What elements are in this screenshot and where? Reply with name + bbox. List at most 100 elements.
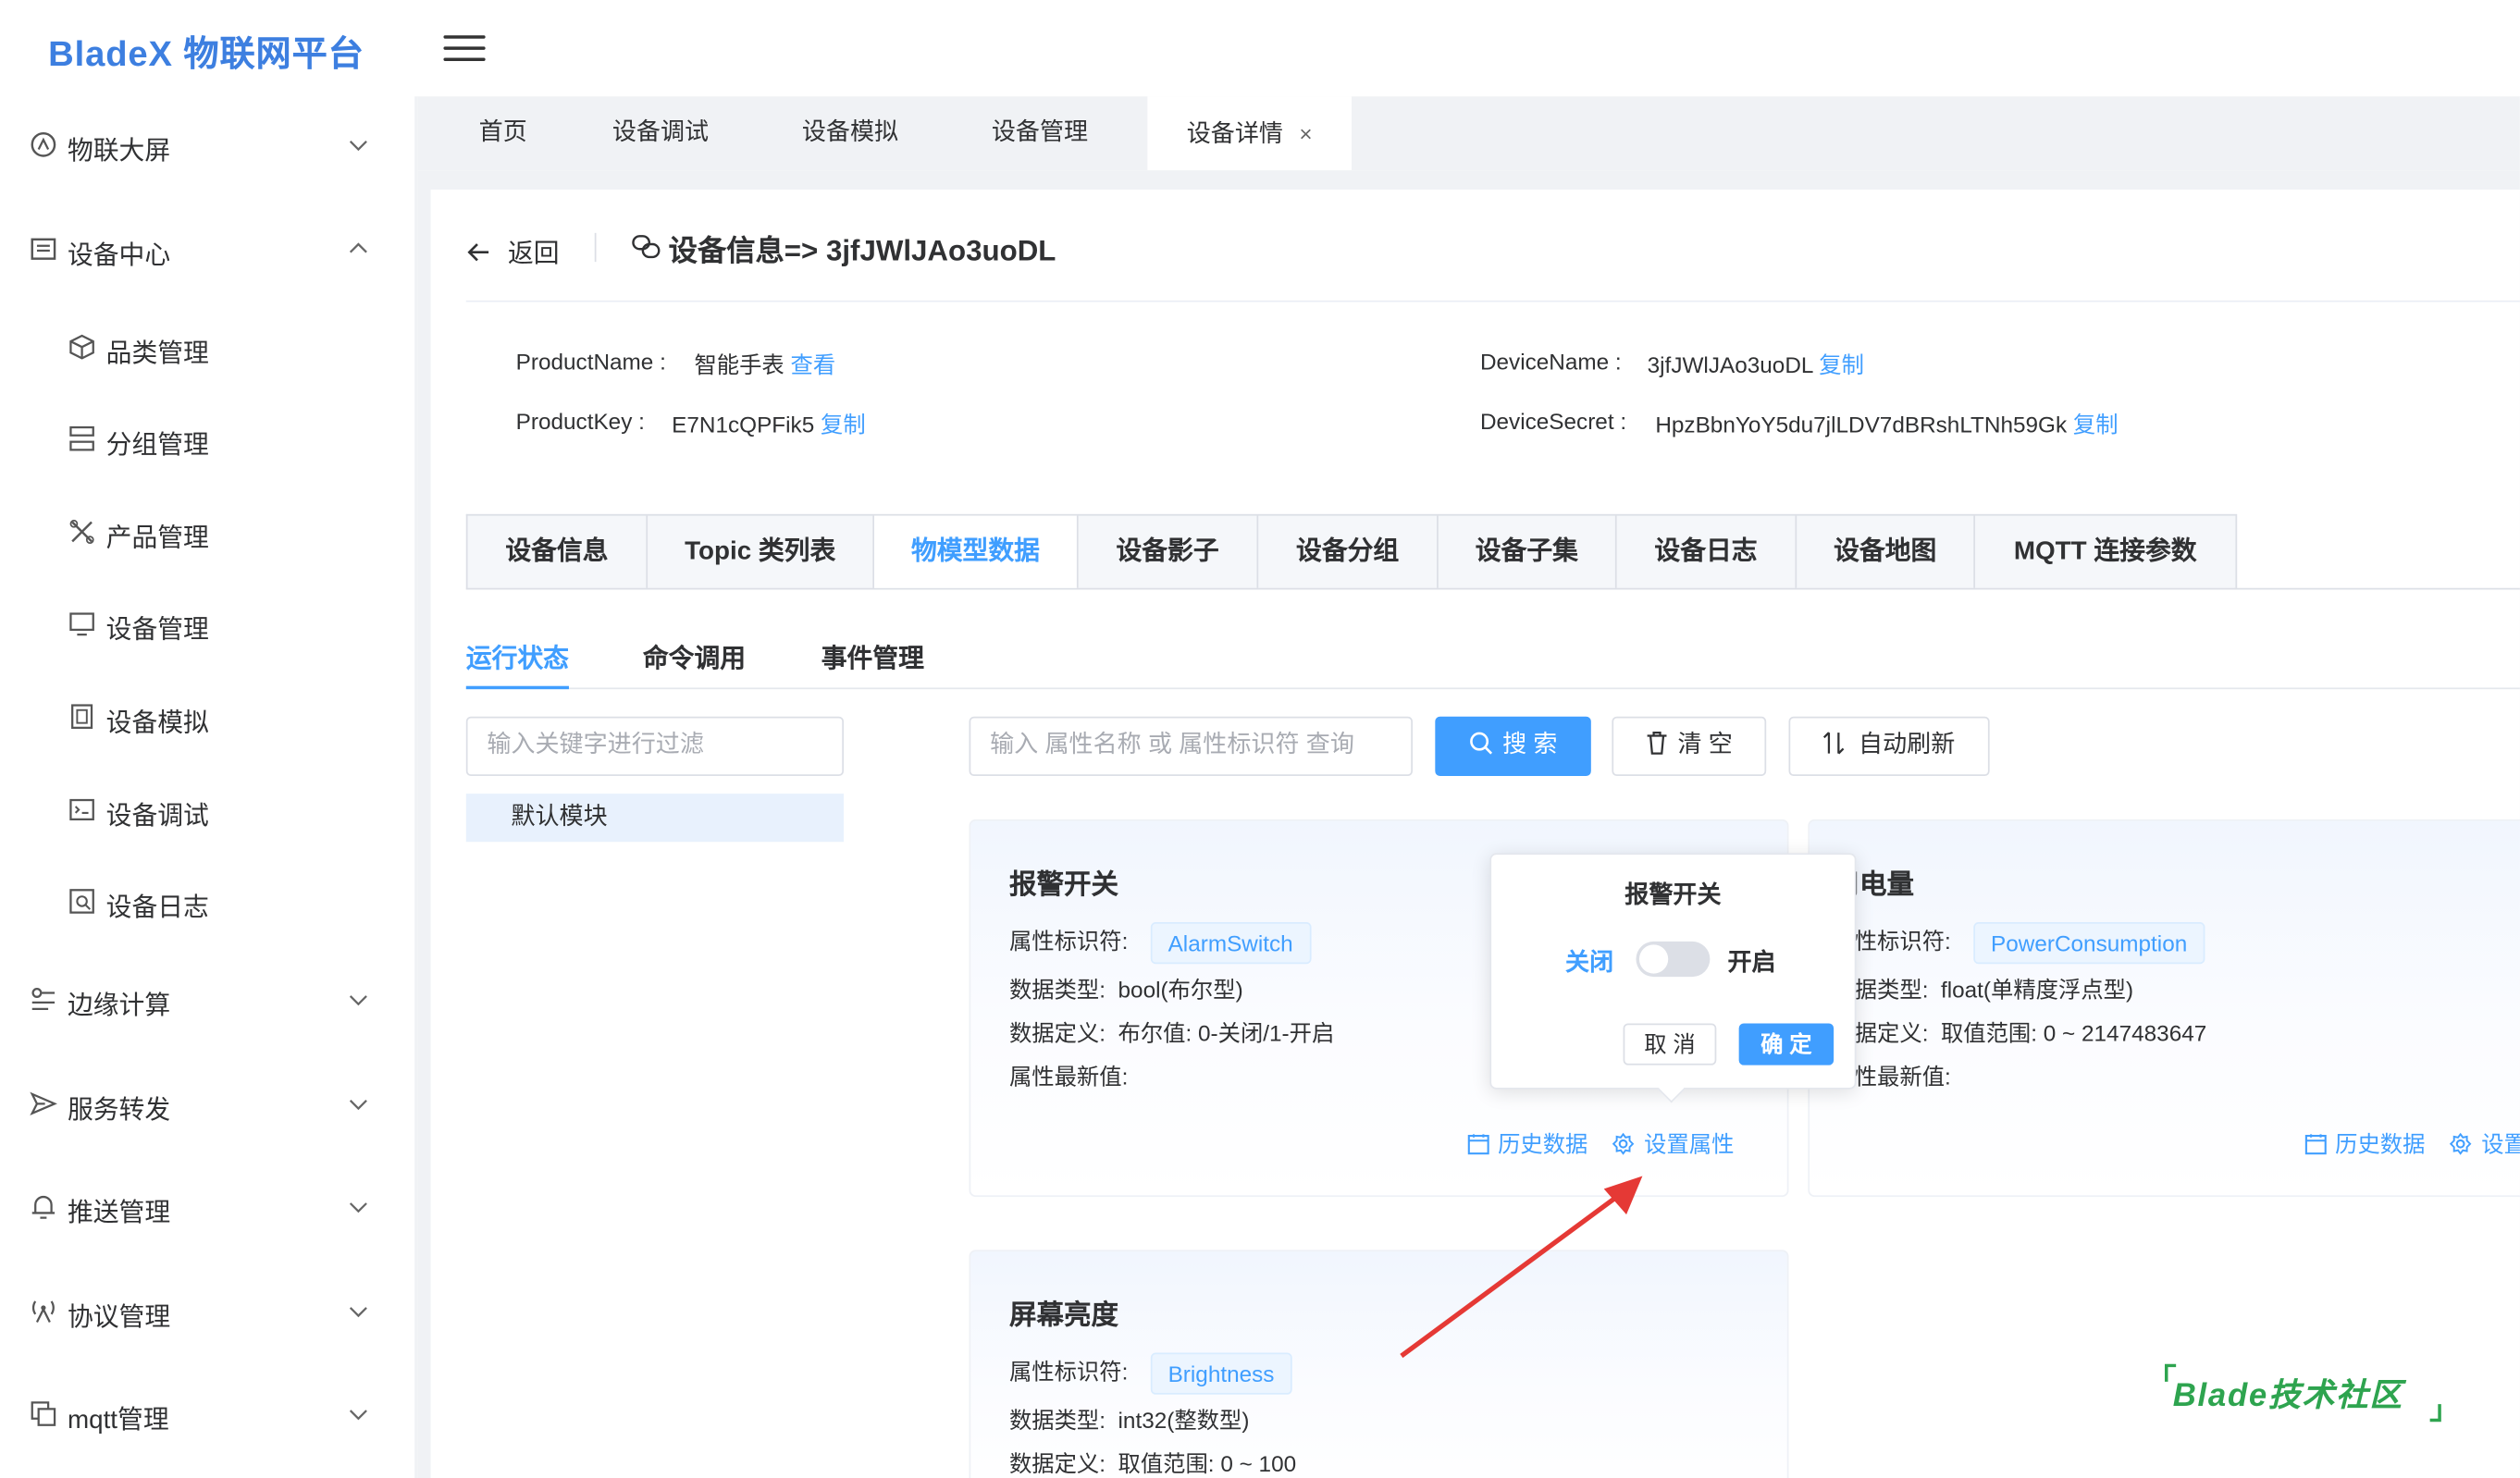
search-input[interactable]: 输入 属性名称 或 属性标识符 查询 [969,716,1413,776]
gear-icon [1612,1132,1635,1155]
property-def-row: 数据定义: 取值范围: 0 ~ 2147483647 [1832,1017,2206,1050]
sidebar-group-dashboard[interactable]: 物联大屏 [0,113,414,177]
sidebar-group-forward[interactable]: 服务转发 [0,1072,414,1136]
property-def-value: 取值范围: 0 ~ 100 [1118,1450,1297,1477]
trash-icon [1647,731,1667,755]
tab-device-map[interactable]: 设备地图 [1797,515,1976,588]
property-def-label: 数据定义: [1008,1450,1106,1477]
tree-item-default-module[interactable]: 默认模块 [465,794,845,843]
copy-device-name-link[interactable]: 复制 [1819,351,1864,377]
main-tabs: 设备信息 Topic 类列表 物模型数据 设备影子 设备分组 设备子集 设备日志… [465,513,2238,590]
subtab-run-status[interactable]: 运行状态 [466,636,569,675]
subtab-command[interactable]: 命令调用 [643,636,746,675]
dashboard-icon [31,131,56,157]
device-center-icon [31,238,56,260]
property-def-value: 布尔值: 0-关闭/1-开启 [1118,1019,1335,1046]
sidebar-item-product[interactable]: 产品管理 [0,499,414,563]
device-secret-label: DeviceSecret : [1479,408,1627,434]
tab-device-log[interactable]: 设备日志 [1617,515,1797,588]
copy-product-key-link[interactable]: 复制 [821,412,866,437]
sidebar-group-protocol[interactable]: 协议管理 [0,1279,414,1343]
property-id-row: 属性标识符: PowerConsumption [1832,922,2205,965]
sidebar-group-mqtt[interactable]: mqtt管理 [0,1382,414,1446]
send-icon [30,1091,57,1115]
app-logo: BladeX 物联网平台 [48,33,364,74]
calendar-icon [1467,1133,1489,1154]
history-data-link[interactable]: 历史数据 [1467,1127,1587,1160]
set-property-link[interactable]: 设置 [2449,1127,2520,1160]
sidebar-group-label: 边缘计算 [67,992,171,1020]
device-name-value: 3jfJWlJAo3uoDL [1647,351,1813,378]
chevron-down-icon [349,1100,367,1111]
set-property-link[interactable]: 设置属性 [1612,1127,1734,1160]
property-def-label: 数据定义: [1008,1019,1106,1046]
debug-icon [69,798,94,820]
sidebar-group-device-center[interactable]: 设备中心 [0,216,414,280]
property-def-value: 取值范围: 0 ~ 2147483647 [1940,1019,2207,1046]
tab-device-info[interactable]: 设备信息 [468,515,649,588]
clear-button-label: 清 空 [1677,731,1733,758]
property-type-row: 数据类型: bool(布尔型) [1009,974,1243,1006]
tab-thing-model[interactable]: 物模型数据 [874,515,1079,588]
back-label: 返回 [507,240,560,269]
tab-device-simulate[interactable]: 设备模拟 [772,96,929,170]
sidebar-group-push[interactable]: 推送管理 [0,1175,414,1238]
property-id-tag: AlarmSwitch [1150,922,1311,965]
sidebar-item-label: 分组管理 [105,432,209,460]
tab-device-debug[interactable]: 设备调试 [582,96,739,170]
property-title: 报警开关 [1008,868,1119,900]
cube-icon [69,334,94,360]
alarm-toggle-switch[interactable] [1636,941,1711,978]
sidebar-item-group[interactable]: 分组管理 [0,406,414,470]
chevron-down-icon [349,141,367,152]
property-def-row: 数据定义: 布尔值: 0-关闭/1-开启 [1009,1017,1334,1050]
product-name-label: ProductName : [515,348,666,375]
sidebar-item-device[interactable]: 设备管理 [0,591,414,655]
back-button[interactable]: 返回 [466,231,560,270]
tab-home[interactable]: 首页 [447,96,560,170]
tab-device-manage[interactable]: 设备管理 [961,96,1118,170]
sidebar-group-label: 推送管理 [67,1200,171,1228]
property-id-tag: PowerConsumption [1972,922,2205,965]
hamburger-icon[interactable] [443,35,486,68]
sidebar-item-log[interactable]: 设备日志 [0,869,414,933]
sidebar-item-simulate[interactable]: 设备模拟 [0,684,414,748]
search-button[interactable]: 搜 索 [1435,716,1591,776]
chevron-up-icon [349,242,367,253]
set-property-label: 设置属性 [1644,1130,1735,1157]
chevron-down-icon [349,995,367,1006]
set-property-label: 设置 [2481,1130,2520,1157]
sidebar-item-debug[interactable]: 设备调试 [0,778,414,842]
chevron-down-icon [349,1410,367,1421]
sidebar-item-category[interactable]: 品类管理 [0,314,414,378]
history-label: 历史数据 [1498,1130,1588,1157]
product-key-label: ProductKey : [515,408,645,434]
confirm-button[interactable]: 确 定 [1738,1023,1834,1065]
property-type-row: 数据类型: int32(整数型) [1009,1404,1249,1436]
cancel-button[interactable]: 取 消 [1623,1023,1717,1065]
divider [594,232,597,263]
filter-input[interactable]: 输入关键字进行过滤 [465,716,845,776]
history-data-link[interactable]: 历史数据 [2304,1127,2425,1160]
tab-device-children[interactable]: 设备子集 [1439,515,1617,588]
tab-mqtt-params[interactable]: MQTT 连接参数 [1975,515,2238,588]
property-type-value: bool(布尔型) [1118,977,1243,1003]
sort-icon [1823,732,1846,755]
copy-device-secret-link[interactable]: 复制 [2073,412,2119,437]
clear-button[interactable]: 清 空 [1612,716,1767,776]
history-label: 历史数据 [2335,1130,2426,1157]
view-product-link[interactable]: 查看 [791,351,836,377]
subtab-event[interactable]: 事件管理 [821,636,924,675]
chevron-down-icon [349,1202,367,1213]
close-icon[interactable]: × [1299,96,1312,170]
tab-device-shadow[interactable]: 设备影子 [1079,515,1259,588]
device-secret-value: HpzBbnYoY5du7jlLDV7dBRshLTNh59Gk [1655,411,2068,437]
tab-topic-list[interactable]: Topic 类列表 [648,515,875,588]
device-name-label: DeviceName : [1479,348,1622,375]
calendar-icon [2304,1133,2327,1154]
sidebar-group-edge[interactable]: 边缘计算 [0,967,414,1031]
tab-device-detail[interactable]: 设备详情 × [1147,96,1352,171]
property-id-label: 属性标识符: [1008,1358,1129,1385]
tab-device-group[interactable]: 设备分组 [1258,515,1439,588]
auto-refresh-button[interactable]: 自动刷新 [1788,716,1990,776]
